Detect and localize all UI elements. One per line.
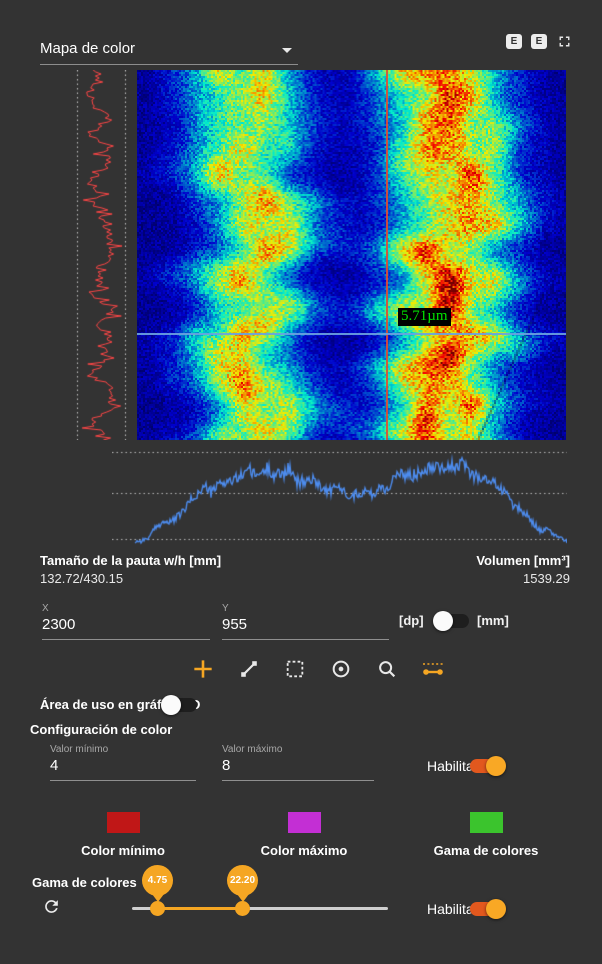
range-enable-toggle-thumb: [486, 899, 506, 919]
crosshair-vertical-line: [386, 70, 388, 440]
target-button[interactable]: [326, 654, 356, 684]
range-color-swatch[interactable]: [470, 812, 503, 833]
max-value-input[interactable]: [222, 756, 374, 781]
range-section-label: Gama de colores: [32, 875, 137, 890]
dashed-square-icon: [284, 658, 306, 680]
app-root: Mapa de color E E 5.71µm Tamaño de la pa…: [0, 0, 602, 964]
min-value-input[interactable]: [50, 756, 196, 781]
area-3d-toggle[interactable]: [163, 698, 197, 712]
magnifier-icon: [376, 658, 398, 680]
export-icon: E: [536, 36, 543, 47]
range-color-swatch-label: Gama de colores: [406, 843, 566, 858]
refresh-icon: [42, 897, 61, 916]
min-color-swatch-label: Color mínimo: [43, 843, 203, 858]
crosshair-value-label: 5.71µm: [398, 308, 451, 326]
max-color-swatch-label: Color máximo: [224, 843, 384, 858]
colormap-select[interactable]: Mapa de color: [40, 38, 298, 65]
unit-toggle[interactable]: [435, 614, 469, 628]
y-field-label: Y: [222, 603, 389, 614]
export-button-1[interactable]: E: [506, 34, 522, 49]
target-icon: [330, 658, 352, 680]
width-measure-button[interactable]: [418, 654, 448, 684]
chevron-down-icon: [282, 48, 292, 53]
y-input[interactable]: [222, 615, 389, 640]
fullscreen-button[interactable]: [556, 33, 573, 50]
add-cross-button[interactable]: [188, 654, 218, 684]
area-3d-toggle-thumb: [161, 695, 181, 715]
header-icon-group: E E: [506, 33, 573, 50]
pattern-size-label: Tamaño de la pauta w/h [mm]: [40, 553, 221, 568]
range-enable-toggle[interactable]: [470, 902, 504, 916]
bottom-profile-canvas: [112, 447, 567, 545]
volume-label: Volumen [mm³]: [366, 553, 570, 568]
color-enable-toggle-thumb: [486, 756, 506, 776]
heatmap-canvas[interactable]: [137, 70, 566, 440]
plus-icon: [190, 656, 216, 682]
range-max-balloon: 22.20: [227, 865, 258, 896]
y-field: Y: [222, 603, 389, 640]
measure-line-button[interactable]: [234, 654, 264, 684]
color-enable-toggle[interactable]: [470, 759, 504, 773]
dp-unit-label: [dp]: [399, 613, 424, 628]
export-icon: E: [511, 36, 518, 47]
range-slider-handle-min[interactable]: [150, 901, 165, 916]
width-measure-icon: [420, 659, 446, 679]
max-value-label: Valor máximo: [222, 744, 374, 755]
unit-toggle-thumb: [433, 611, 453, 631]
range-slider-handle-max[interactable]: [235, 901, 250, 916]
min-color-swatch[interactable]: [107, 812, 140, 833]
range-min-balloon: 4.75: [142, 865, 173, 896]
crosshair-horizontal-line: [137, 333, 566, 335]
x-input[interactable]: [42, 615, 210, 640]
select-area-button[interactable]: [280, 654, 310, 684]
min-value-field: Valor mínimo: [50, 744, 196, 781]
mm-unit-label: [mm]: [477, 613, 509, 628]
line-tool-icon: [238, 658, 260, 680]
colormap-select-label: Mapa de color: [40, 40, 135, 57]
export-button-2[interactable]: E: [531, 34, 547, 49]
fullscreen-icon: [556, 33, 573, 50]
color-config-title: Configuración de color: [30, 722, 172, 737]
min-value-label: Valor mínimo: [50, 744, 196, 755]
left-profile-canvas: [75, 70, 128, 440]
refresh-button[interactable]: [42, 897, 61, 916]
max-value-field: Valor máximo: [222, 744, 374, 781]
range-max-balloon-value: 22.20: [230, 875, 255, 886]
x-field-label: X: [42, 603, 210, 614]
range-min-balloon-value: 4.75: [148, 875, 167, 886]
tool-toolbar: [188, 654, 448, 684]
max-color-swatch[interactable]: [288, 812, 321, 833]
zoom-button[interactable]: [372, 654, 402, 684]
range-slider-active-track: [157, 907, 242, 910]
pattern-size-value: 132.72/430.15: [40, 571, 123, 586]
volume-value: 1539.29: [366, 571, 570, 586]
x-field: X: [42, 603, 210, 640]
